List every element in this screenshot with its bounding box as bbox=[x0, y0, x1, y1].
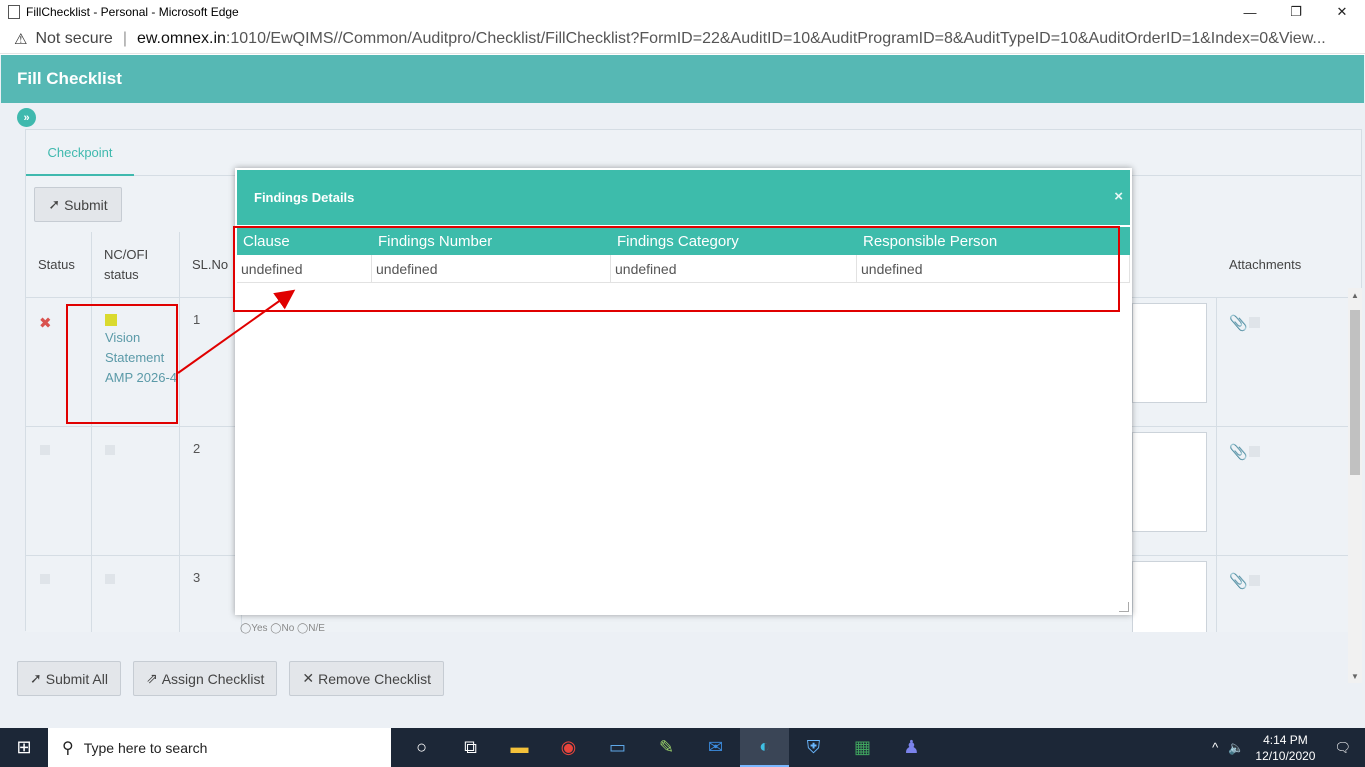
search-icon: ⚲ bbox=[62, 739, 74, 757]
clock-time: 4:14 PM bbox=[1263, 732, 1308, 747]
search-placeholder: Type here to search bbox=[83, 739, 208, 756]
windows-taskbar: ⊞ ⚲ Type here to search ○ ⧉ ▬ ◉ ▭ ✎ ✉ ◐ … bbox=[0, 728, 1365, 767]
taskbar-search-box[interactable]: ⚲ Type here to search bbox=[48, 728, 391, 767]
cortana-icon[interactable]: ○ bbox=[397, 728, 446, 767]
annotation-arrow bbox=[177, 289, 296, 374]
task-view-icon[interactable]: ⧉ bbox=[446, 728, 495, 767]
clock-date: 12/10/2020 bbox=[1255, 748, 1316, 763]
mail-icon[interactable]: ✉ bbox=[691, 728, 740, 767]
volume-icon[interactable]: 🔈 bbox=[1228, 740, 1244, 756]
excel-icon[interactable]: ▦ bbox=[838, 728, 887, 767]
system-tray: ^ 🔈 4:14 PM 12/10/2020 🗨 bbox=[1207, 728, 1365, 767]
edge-icon[interactable]: ◐ bbox=[740, 728, 789, 767]
teams-icon[interactable]: ♟ bbox=[887, 728, 936, 767]
remote-desktop-icon[interactable]: ▭ bbox=[593, 728, 642, 767]
windows-start-icon[interactable]: ⊞ bbox=[0, 728, 48, 767]
chrome-icon[interactable]: ◉ bbox=[544, 728, 593, 767]
file-explorer-icon[interactable]: ▬ bbox=[495, 728, 544, 767]
notification-icon[interactable]: 🗨 bbox=[1334, 740, 1351, 756]
taskbar-clock[interactable]: 4:14 PM 12/10/2020 bbox=[1255, 732, 1315, 764]
taskbar-apps: ○ ⧉ ▬ ◉ ▭ ✎ ✉ ◐ ⛨ ▦ ♟ bbox=[397, 728, 936, 767]
notepad-icon[interactable]: ✎ bbox=[642, 728, 691, 767]
chevron-up-icon[interactable]: ^ bbox=[1212, 740, 1218, 755]
security-app-icon[interactable]: ⛨ bbox=[789, 728, 838, 767]
